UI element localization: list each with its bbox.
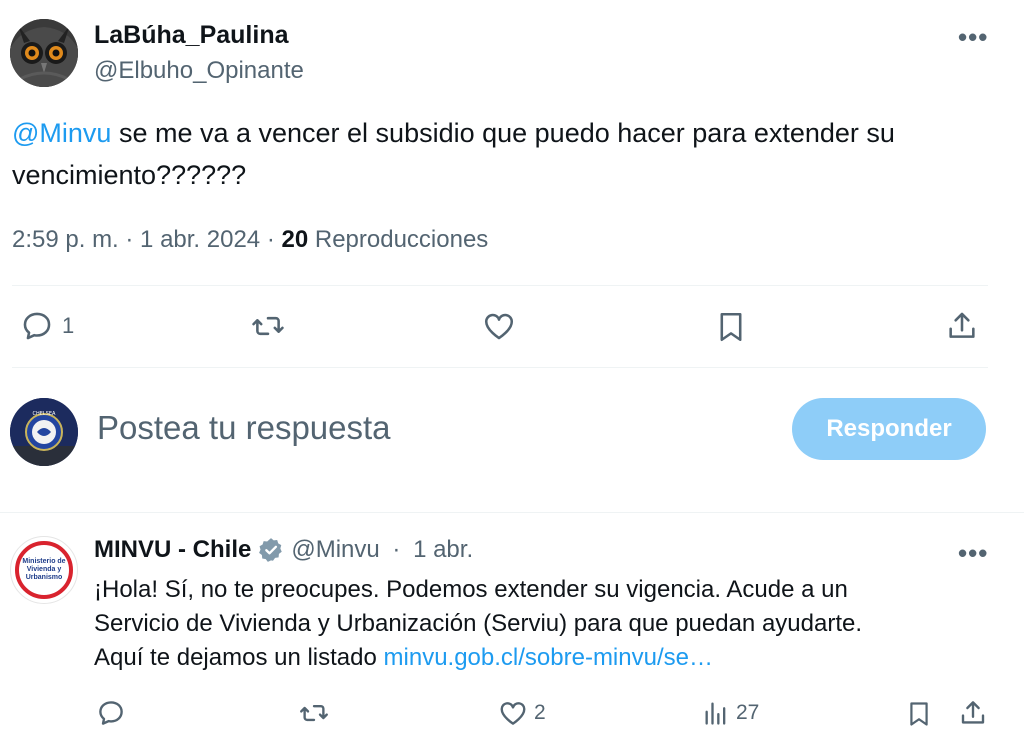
bookmark-icon[interactable] xyxy=(714,309,748,345)
reply-action[interactable]: 1 xyxy=(20,309,74,343)
analytics-icon xyxy=(702,698,730,728)
more-options-icon[interactable]: ••• xyxy=(958,24,988,50)
user-handle[interactable]: @Elbuho_Opinante xyxy=(94,57,304,85)
reply-input[interactable]: Postea tu respuesta xyxy=(97,409,391,447)
reply-share-icon[interactable] xyxy=(958,698,988,728)
reply-text: ¡Hola! Sí, no te preocupes. Podemos exte… xyxy=(94,573,1004,675)
display-name[interactable]: LaBúha_Paulina xyxy=(94,21,289,50)
reply-line1: ¡Hola! Sí, no te preocupes. Podemos exte… xyxy=(94,576,848,603)
minvu-logo: Ministerio de Vivienda y Urbanismo xyxy=(15,541,73,599)
reply-like-action[interactable]: 2 xyxy=(498,698,546,728)
svg-text:CHELSEA: CHELSEA xyxy=(33,411,57,417)
reply-link[interactable]: minvu.gob.cl/sobre-minvu/se… xyxy=(384,644,713,671)
verified-badge-icon xyxy=(257,536,285,564)
minvu-avatar[interactable]: Ministerio de Vivienda y Urbanismo xyxy=(10,536,78,604)
tweet-timestamp[interactable]: 2:59 p. m. · 1 abr. 2024 · xyxy=(12,226,281,253)
reply-date[interactable]: 1 abr. xyxy=(413,536,473,564)
reply-views-count: 27 xyxy=(736,701,760,724)
reply-count: 1 xyxy=(62,313,75,338)
divider xyxy=(12,285,988,286)
reply-bookmark-icon[interactable] xyxy=(905,698,933,730)
retweet-icon[interactable] xyxy=(250,309,286,343)
reply-retweet-icon[interactable] xyxy=(298,698,330,728)
divider xyxy=(0,512,1024,513)
reply-views-action[interactable]: 27 xyxy=(702,698,759,728)
mention-link[interactable]: @Minvu xyxy=(12,118,111,148)
reply-submit-button[interactable]: Responder xyxy=(792,398,986,460)
share-icon[interactable] xyxy=(945,309,979,343)
user-avatar-owl[interactable] xyxy=(10,19,78,87)
reply-more-options-icon[interactable]: ••• xyxy=(958,540,988,566)
reply-header: MINVU - Chile @Minvu · 1 abr. xyxy=(94,536,473,564)
reply-display-name[interactable]: MINVU - Chile xyxy=(94,536,251,564)
tweet-meta: 2:59 p. m. · 1 abr. 2024 · 20 Reproducci… xyxy=(12,226,488,254)
reply-separator: · xyxy=(385,536,408,563)
tweet-text-line2: vencimiento?????? xyxy=(12,160,247,190)
reply-line3: Aquí te dejamos un listado xyxy=(94,644,384,671)
reply-comment-icon[interactable] xyxy=(96,698,126,728)
reply-like-count: 2 xyxy=(534,701,546,724)
tweet-text: @Minvu se me va a vencer el subsidio que… xyxy=(12,112,1012,196)
current-user-avatar[interactable]: CHELSEA xyxy=(10,398,78,466)
tweet-text-line1: se me va a vencer el subsidio que puedo … xyxy=(111,118,895,148)
views-label: Reproducciones xyxy=(308,226,489,253)
reply-heart-icon xyxy=(498,698,528,728)
comment-icon xyxy=(20,309,54,343)
reply-line2: Servicio de Vivienda y Urbanización (Ser… xyxy=(94,610,863,637)
reply-handle[interactable]: @Minvu xyxy=(291,536,379,564)
heart-icon[interactable] xyxy=(482,309,516,343)
views-count: 20 xyxy=(281,226,309,253)
divider xyxy=(12,367,988,368)
